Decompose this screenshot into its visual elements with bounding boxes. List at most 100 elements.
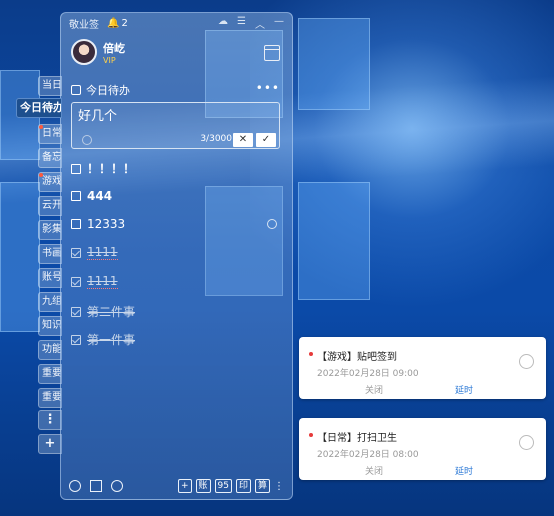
add-tab-button[interactable]: +: [38, 434, 62, 454]
todo-text: 第二件事: [87, 305, 136, 319]
list-title: 今日待办: [71, 82, 130, 98]
confirm-button[interactable]: ✓: [256, 133, 276, 147]
checklist-icon: [71, 85, 81, 95]
calculator-button[interactable]: 算: [254, 479, 270, 493]
todo-checkbox[interactable]: [71, 247, 81, 258]
tab-label: 账号: [42, 272, 62, 283]
cancel-button[interactable]: ✕: [233, 133, 253, 147]
note-panel: 敬业签 🔔 2 ☁ ☰ ︿ — 倍屹 VIP 今日待办 ••• 3/3000 ✕…: [60, 12, 293, 500]
tab-album[interactable]: 影集: [38, 220, 62, 240]
tab-knowledge[interactable]: 知识: [38, 316, 62, 336]
tab-label: 当日: [42, 80, 62, 91]
menu-icon[interactable]: ☰: [237, 16, 246, 31]
account-button[interactable]: 账: [195, 479, 211, 493]
tab-label: 书画: [42, 248, 62, 259]
search-icon[interactable]: [111, 480, 123, 492]
tab-today-todo[interactable]: 今日待办: [16, 98, 62, 118]
tab-important[interactable]: 重要: [38, 364, 62, 384]
todo-checkbox[interactable]: [71, 191, 81, 201]
window-pane: [0, 182, 40, 332]
snooze-button[interactable]: 延时: [455, 383, 473, 396]
todo-text: 1111: [87, 274, 118, 289]
window-pane: [298, 18, 370, 110]
todo-item[interactable]: 12333: [71, 217, 125, 231]
todo-item[interactable]: 1111: [71, 274, 118, 289]
tab-books[interactable]: 书画: [38, 244, 62, 264]
bell-icon[interactable]: 🔔: [107, 18, 119, 29]
todo-checkbox[interactable]: [71, 276, 81, 287]
tab-group[interactable]: 九组: [38, 292, 62, 312]
unread-dot: [39, 125, 43, 129]
tab-game[interactable]: 游戏: [38, 172, 62, 192]
tab-label: 重要: [42, 368, 62, 379]
user-name: 倍屹: [103, 41, 125, 55]
clock-icon[interactable]: [69, 480, 81, 492]
reminder-clock-icon[interactable]: [82, 135, 92, 145]
char-count: 3/3000: [200, 134, 232, 144]
todo-item[interactable]: 444: [71, 189, 112, 203]
todo-item[interactable]: 第一件事: [71, 331, 135, 348]
tab-today[interactable]: 当日: [38, 76, 62, 96]
tab-memo[interactable]: 备忘: [38, 148, 62, 168]
close-button[interactable]: 关闭: [365, 464, 383, 477]
tab-important-2[interactable]: 重要: [38, 388, 62, 408]
reminder-notification: 【日常】打扫卫生 2022年02月28日 08:00 关闭 延时: [299, 418, 546, 480]
complete-checkbox[interactable]: [519, 435, 534, 450]
close-button[interactable]: 关闭: [365, 383, 383, 396]
more-options-icon[interactable]: •••: [256, 81, 280, 95]
tab-label: 知识: [42, 320, 62, 331]
list-title-text: 今日待办: [86, 84, 130, 97]
avatar[interactable]: [71, 39, 97, 65]
tab-label: 今日待办: [20, 101, 62, 114]
todo-item[interactable]: 1111: [71, 245, 118, 260]
collapse-icon[interactable]: ︿: [255, 16, 265, 31]
snooze-button[interactable]: 延时: [455, 464, 473, 477]
notification-time: 2022年02月28日 09:00: [317, 369, 419, 379]
add-icon: +: [44, 436, 56, 451]
vip-badge: VIP: [103, 55, 116, 65]
todo-text: 1111: [87, 245, 118, 260]
user-info[interactable]: 倍屹 VIP: [71, 39, 125, 65]
more-tabs-button[interactable]: ⋮: [38, 410, 62, 430]
tab-function[interactable]: 功能: [38, 340, 62, 360]
todo-checkbox[interactable]: [71, 334, 81, 345]
minimize-icon[interactable]: —: [274, 16, 284, 31]
tab-label: 重要: [42, 392, 62, 403]
number-button[interactable]: 95: [214, 479, 232, 493]
reminder-clock-icon[interactable]: [267, 219, 277, 229]
todo-text: 12333: [87, 217, 126, 231]
todo-checkbox[interactable]: [71, 219, 81, 229]
tab-label: 日常: [42, 128, 62, 139]
todo-checkbox[interactable]: [71, 306, 81, 317]
todo-text: 444: [87, 189, 113, 203]
checklist-icon[interactable]: [90, 480, 102, 492]
add-button[interactable]: +: [177, 479, 192, 493]
todo-editor: 3/3000 ✕ ✓: [71, 102, 280, 149]
todo-item[interactable]: ！！！！: [71, 160, 135, 177]
tab-label: 功能: [42, 344, 62, 355]
cloud-icon[interactable]: ☁: [218, 16, 228, 31]
more-icon[interactable]: ⋮: [274, 481, 284, 492]
tab-label: 游戏: [42, 176, 62, 187]
todo-text: 第一件事: [87, 333, 136, 347]
print-button[interactable]: 印: [235, 479, 251, 493]
notification-time: 2022年02月28日 08:00: [317, 450, 419, 460]
notification-count: 2: [121, 17, 128, 29]
notification-title: 【游戏】贴吧签到: [317, 352, 397, 363]
todo-input[interactable]: [78, 107, 268, 122]
calendar-icon[interactable]: [264, 45, 280, 61]
title-bar[interactable]: 敬业签 🔔 2 ☁ ☰ ︿ —: [61, 13, 292, 33]
tab-daily[interactable]: 日常: [38, 124, 62, 144]
bottom-toolbar: + 账 95 印 算 ⋮: [61, 473, 292, 499]
window-pane: [298, 182, 370, 300]
more-icon: ⋮: [43, 412, 57, 427]
toolbar-right: + 账 95 印 算 ⋮: [177, 479, 284, 493]
todo-item[interactable]: 第二件事: [71, 303, 135, 320]
user-name-block: 倍屹 VIP: [103, 40, 125, 65]
tab-cloud[interactable]: 云开: [38, 196, 62, 216]
todo-checkbox[interactable]: [71, 163, 81, 174]
tab-label: 备忘: [42, 152, 62, 163]
reminder-notification: 【游戏】贴吧签到 2022年02月28日 09:00 关闭 延时: [299, 337, 546, 399]
tab-account[interactable]: 账号: [38, 268, 62, 288]
complete-checkbox[interactable]: [519, 354, 534, 369]
